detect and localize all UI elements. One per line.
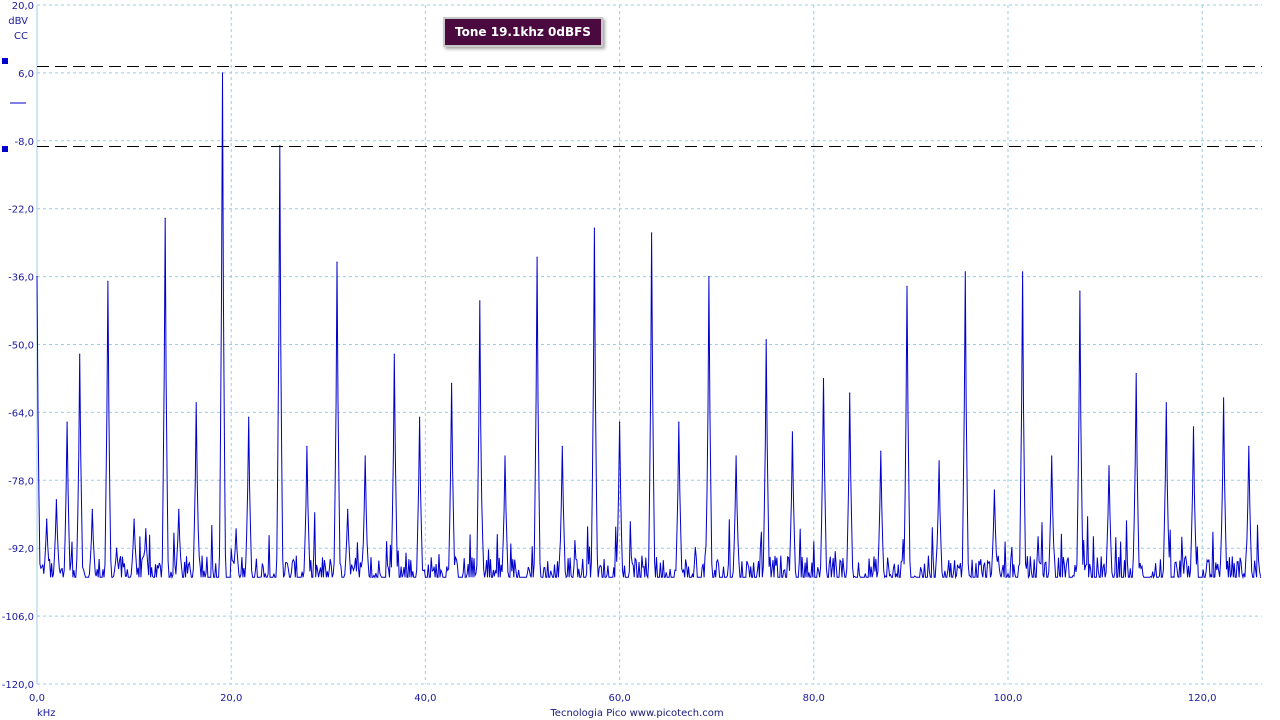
spectral-peak — [55, 499, 58, 501]
y-tick-label: -22,0 — [8, 205, 34, 216]
x-tick-label: 20,0 — [220, 693, 242, 704]
x-tick-label: 0,0 — [29, 693, 45, 704]
y-tick-label: -8,0 — [14, 137, 34, 148]
spectral-peak — [479, 300, 481, 302]
spectral-peak — [91, 508, 93, 510]
spectral-peak — [116, 547, 118, 549]
spectral-peak — [593, 227, 596, 229]
y-tick-label: -106,0 — [2, 612, 34, 623]
spectral-peak — [1165, 402, 1167, 404]
spectral-peak — [993, 489, 996, 491]
spectral-peak — [66, 421, 68, 423]
x-axis-unit: kHz — [37, 708, 56, 719]
spectral-peak — [336, 261, 338, 263]
spectral-peak — [651, 232, 653, 234]
spectral-peak — [79, 353, 81, 355]
ref-marker-lower[interactable] — [2, 146, 8, 152]
spectral-peak — [164, 217, 166, 219]
x-tick-label: 80,0 — [803, 693, 825, 704]
y-tick-label: -50,0 — [8, 341, 34, 352]
spectral-peak — [279, 145, 281, 147]
spectral-peak — [1079, 290, 1081, 292]
spectral-peak — [1248, 445, 1250, 447]
spectral-peak — [1192, 426, 1195, 428]
spectral-peak — [347, 508, 349, 510]
spectrum-chart: 20,0 6,0 -8,0 -22,0 -36,0 -50,0 -64,0 -78,0 -92,… — [2, 1, 1262, 719]
y-tick-label: -36,0 — [8, 273, 34, 284]
spectral-peak — [708, 276, 710, 278]
spectral-peak — [46, 518, 48, 520]
spectral-peak — [849, 392, 851, 394]
y-tick-label: -78,0 — [8, 476, 34, 487]
reference-lines — [37, 66, 1262, 147]
spectral-peak — [195, 402, 197, 404]
x-tick-label: 100,0 — [994, 693, 1023, 704]
spectral-peak — [133, 518, 135, 520]
spectral-peak — [1135, 373, 1137, 375]
spectral-peak — [964, 271, 966, 273]
x-tick-label: 60,0 — [608, 693, 630, 704]
spectral-peak — [822, 377, 825, 380]
spectral-peak — [306, 445, 308, 447]
y-axis-unit: dBV — [8, 16, 28, 27]
spectral-peak — [678, 421, 680, 423]
y-tick-label: 6,0 — [18, 69, 34, 80]
spectral-peak — [145, 528, 147, 530]
trace-layer — [36, 72, 1262, 580]
spectral-peak — [536, 256, 538, 258]
y-tick-label: 20,0 — [12, 1, 34, 12]
spectral-peak — [880, 450, 882, 452]
spectral-peak — [178, 508, 180, 510]
footer-credit: Tecnologia Pico www.picotech.com — [549, 708, 723, 719]
spectral-peak — [561, 445, 563, 447]
spectral-peak — [735, 455, 737, 457]
spectral-peak — [451, 382, 453, 384]
y-axis-coupling: CC — [14, 31, 28, 42]
x-tick-label: 120,0 — [1188, 693, 1217, 704]
spectral-peak — [36, 276, 38, 278]
x-axis-ticks: 0,0 20,0 40,0 60,0 80,0 100,0 120,0 — [29, 693, 1216, 704]
spectral-peak — [1223, 397, 1225, 399]
spectral-peak — [235, 528, 237, 530]
spectral-peak — [619, 421, 621, 423]
ref-marker-upper[interactable] — [2, 58, 8, 64]
spectral-peak — [221, 72, 224, 74]
spectral-peak — [765, 339, 767, 341]
spectral-peak — [504, 455, 506, 457]
spectrum-trace — [36, 72, 1261, 580]
y-axis-ticks: 20,0 6,0 -8,0 -22,0 -36,0 -50,0 -64,0 -78,0 -92,… — [2, 1, 34, 691]
y-tick-label: -92,0 — [8, 544, 34, 555]
spectral-peak — [906, 285, 908, 287]
spectral-peak — [248, 416, 250, 418]
spectral-peak — [938, 460, 940, 462]
y-tick-label: -120,0 — [2, 680, 34, 691]
spectral-peak — [791, 431, 794, 433]
y-tick-label: -64,0 — [8, 408, 34, 419]
annotation-label[interactable]: Tone 19.1khz 0dBFS — [443, 17, 603, 47]
spectral-peak — [393, 353, 395, 355]
spectral-peak — [1259, 576, 1262, 578]
spectral-peak — [1022, 271, 1024, 273]
spectral-peak — [364, 455, 366, 457]
spectral-peak — [1108, 465, 1110, 467]
x-tick-label: 40,0 — [414, 693, 436, 704]
spectral-peak — [419, 416, 421, 418]
spectral-peak — [107, 280, 109, 282]
spectral-peak — [1051, 455, 1053, 457]
